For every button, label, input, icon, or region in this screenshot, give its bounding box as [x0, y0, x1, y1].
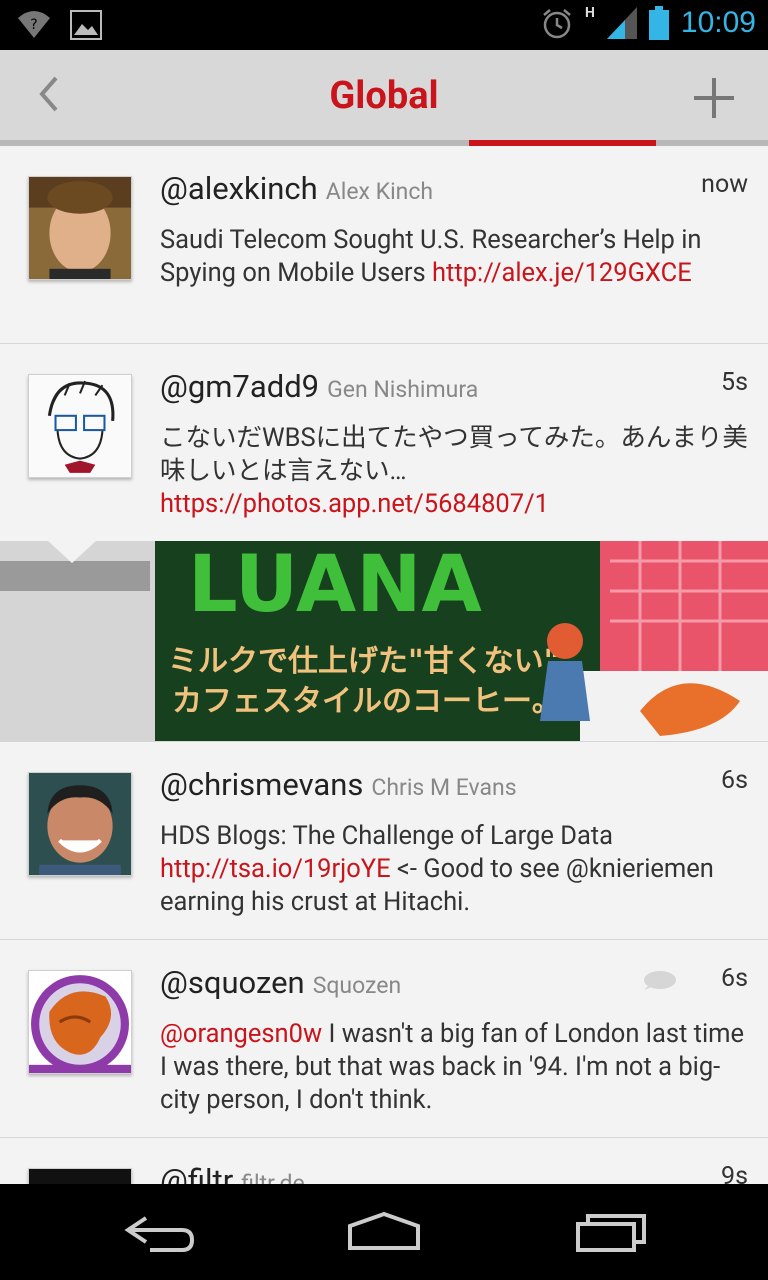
- back-nav-icon[interactable]: [120, 1210, 200, 1254]
- post-time: now: [701, 170, 748, 199]
- photo-preview[interactable]: LUANA ミルクで仕上げた"甘くない" カフェスタイルのコーヒー。: [0, 541, 768, 742]
- username[interactable]: @chrismevans: [160, 766, 363, 803]
- action-bar: Global: [0, 50, 768, 146]
- alarm-icon: [543, 9, 571, 39]
- post-time: 9s: [721, 1162, 748, 1184]
- signal-icon: [606, 7, 637, 39]
- real-name: Chris M Evans: [371, 774, 517, 801]
- username[interactable]: @squozen: [160, 964, 305, 1001]
- username[interactable]: @alexkinch: [160, 170, 318, 207]
- gallery-icon: [70, 10, 102, 40]
- avatar[interactable]: [28, 176, 132, 280]
- list-item[interactable]: @filtr filtr.de 9s: [0, 1138, 768, 1184]
- wifi-icon: ?: [18, 11, 50, 38]
- post-time: 5s: [721, 368, 748, 397]
- conversation-icon: [644, 971, 676, 990]
- svg-text:?: ?: [30, 17, 37, 33]
- page-title: Global: [329, 74, 439, 118]
- avatar[interactable]: [28, 374, 132, 478]
- list-item[interactable]: @chrismevans Chris M Evans 6s HDS Blogs: …: [0, 742, 768, 940]
- real-name: Squozen: [312, 972, 402, 999]
- post-link[interactable]: https://photos.app.net/5684807/1: [160, 489, 549, 519]
- post-mention[interactable]: @orangesn0w: [160, 1019, 322, 1049]
- list-item[interactable]: @gm7add9 Gen Nishimura 5s こないだWBSに出てたやつ買っ…: [0, 344, 768, 541]
- post-text: こないだWBSに出てたやつ買ってみた。あんまり美味しいとは言えない… https…: [160, 422, 748, 521]
- post-text-part: こないだWBSに出てたやつ買ってみた。あんまり美味しいとは言えない…: [160, 423, 748, 486]
- photo-caption-line-1: ミルクで仕上げた"甘くない": [168, 644, 559, 679]
- real-name: Gen Nishimura: [327, 376, 479, 403]
- photo-caption-line-2: カフェスタイルのコーヒー。: [172, 684, 562, 719]
- post-text: @orangesn0w I wasn't a big fan of London…: [160, 1018, 748, 1117]
- status-clock: 10:09: [680, 6, 756, 39]
- post-time: 6s: [721, 766, 748, 795]
- status-bar: ? H 10:09: [0, 0, 768, 50]
- post-link[interactable]: http://tsa.io/19rjoYE: [160, 854, 391, 884]
- username[interactable]: @gm7add9: [160, 368, 319, 405]
- post-link[interactable]: http://alex.je/129GXCE: [432, 258, 692, 288]
- real-name: filtr.de: [241, 1170, 305, 1184]
- recents-nav-icon[interactable]: [570, 1210, 650, 1254]
- battery-icon: [648, 6, 669, 40]
- post-text: Saudi Telecom Sought U.S. Researcher’s H…: [160, 224, 748, 290]
- username[interactable]: @filtr: [160, 1162, 233, 1184]
- real-name: Alex Kinch: [325, 178, 434, 205]
- avatar[interactable]: [28, 970, 132, 1074]
- post-text: HDS Blogs: The Challenge of Large Data h…: [160, 820, 748, 919]
- navigation-bar: [0, 1184, 768, 1280]
- photo-notch: [48, 541, 96, 563]
- photo-image: LUANA ミルクで仕上げた"甘くない" カフェスタイルのコーヒー。: [0, 541, 768, 741]
- list-item[interactable]: @squozen Squozen 6s @orangesn0w I wasn't …: [0, 940, 768, 1138]
- avatar[interactable]: [28, 772, 132, 876]
- network-type-label: H: [585, 5, 595, 21]
- list-item[interactable]: @alexkinch Alex Kinch now Saudi Telecom S…: [0, 146, 768, 344]
- home-nav-icon[interactable]: [344, 1210, 424, 1254]
- post-list[interactable]: @alexkinch Alex Kinch now Saudi Telecom S…: [0, 146, 768, 1184]
- post-text-part: HDS Blogs: The Challenge of Large Data: [160, 821, 614, 851]
- photo-brand-text: LUANA: [188, 541, 482, 630]
- post-time: 6s: [721, 964, 748, 993]
- add-icon[interactable]: [690, 74, 738, 122]
- avatar[interactable]: [28, 1168, 132, 1184]
